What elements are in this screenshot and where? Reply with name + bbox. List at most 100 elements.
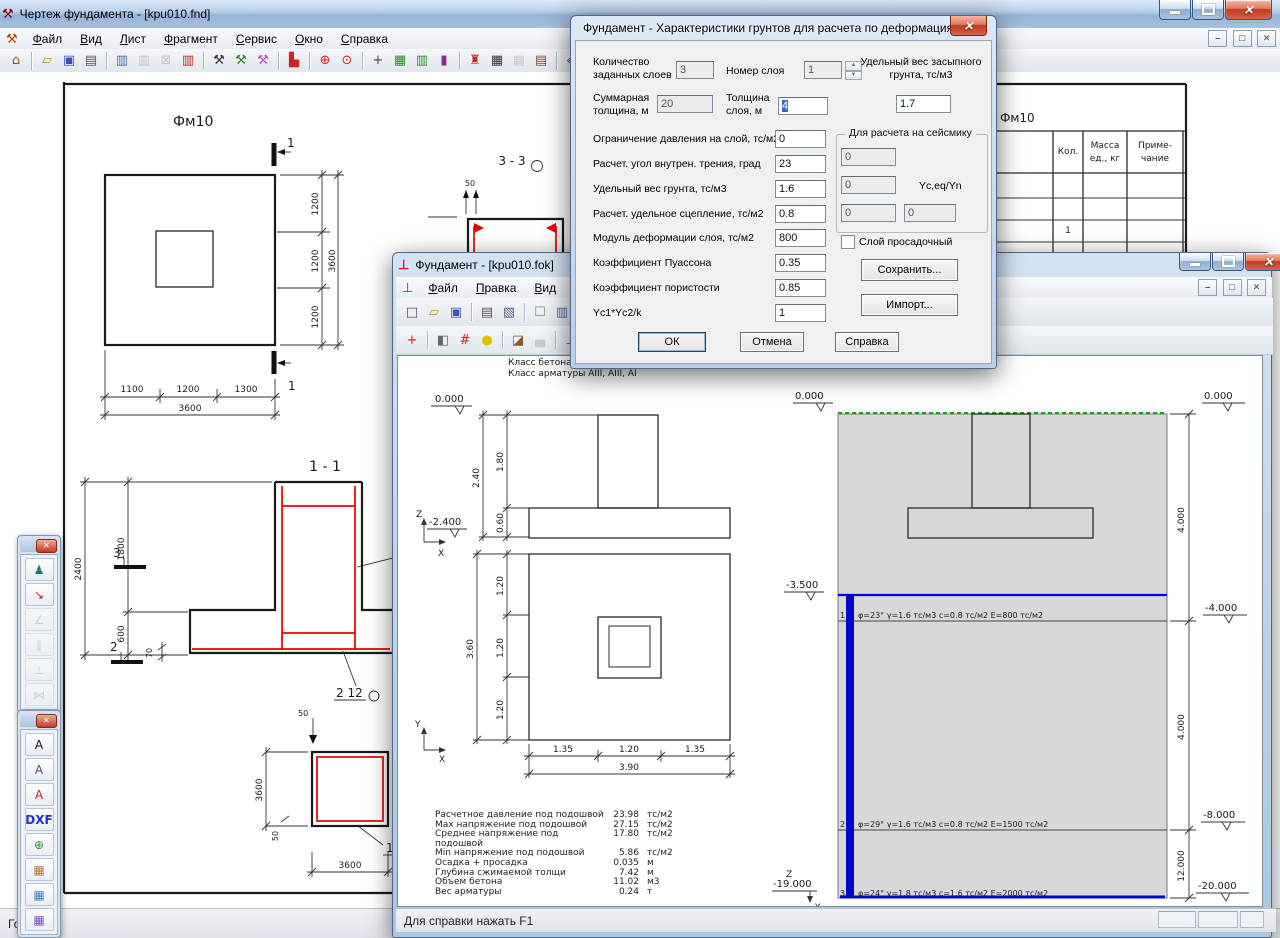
field-seismic-2[interactable]: 0 bbox=[841, 176, 896, 194]
field-porosity[interactable]: 0.85 bbox=[775, 279, 826, 297]
print-icon[interactable]: ▤ bbox=[476, 302, 498, 322]
palette-page-icon[interactable]: ▦ bbox=[25, 883, 54, 906]
cancel-button[interactable]: Отмена bbox=[740, 332, 804, 352]
mdi-restore-button[interactable] bbox=[1233, 30, 1252, 47]
menu-item-Вид[interactable]: Вид bbox=[525, 278, 565, 298]
globe-icon[interactable]: ⊕ bbox=[25, 833, 54, 856]
text-a2-icon[interactable]: A bbox=[25, 758, 54, 781]
field-friction-angle[interactable]: 23 bbox=[775, 155, 826, 173]
grid-section-icon[interactable]: ▤ bbox=[530, 51, 552, 71]
field-deform-modulus[interactable]: 800 bbox=[775, 229, 826, 247]
fok-mdi-close-button[interactable] bbox=[1247, 279, 1266, 296]
menu-item-Сервис[interactable]: Сервис bbox=[227, 29, 286, 49]
hammer-add-icon[interactable]: ⚒ bbox=[230, 51, 252, 71]
hammer-edit-icon[interactable]: ⚒ bbox=[252, 51, 274, 71]
label-fill-weight: Удельный вес засыпного bbox=[851, 56, 991, 68]
move-icon[interactable]: + bbox=[367, 51, 389, 71]
text-a-icon[interactable]: A bbox=[25, 733, 54, 756]
cube-icon[interactable]: ◧ bbox=[432, 330, 454, 350]
new-icon[interactable]: □ bbox=[401, 302, 423, 322]
field-layer-thickness[interactable]: 4 bbox=[778, 97, 828, 115]
lamp-icon[interactable]: ● bbox=[476, 330, 498, 350]
field-poisson[interactable]: 0.35 bbox=[775, 254, 826, 272]
select-rect-icon[interactable]: ☐ bbox=[529, 302, 551, 322]
minimize-button[interactable] bbox=[1159, 0, 1191, 20]
svg-text:2 12: 2 12 bbox=[336, 686, 363, 700]
menu-item-Файл[interactable]: Файл bbox=[419, 278, 467, 298]
dxf-icon[interactable]: DXF bbox=[25, 808, 54, 831]
axes-icon[interactable]: + bbox=[401, 330, 423, 350]
field-unit-weight[interactable]: 1.6 bbox=[775, 180, 826, 198]
levels-icon[interactable]: ▥ bbox=[177, 51, 199, 71]
menu-item-Лист[interactable]: Лист bbox=[111, 29, 155, 49]
palette2-titlebar[interactable] bbox=[20, 713, 58, 727]
mdi-close-button[interactable] bbox=[1257, 30, 1276, 47]
field-total-thickness[interactable]: 20 bbox=[657, 95, 713, 113]
table-icon[interactable]: ▦ bbox=[389, 51, 411, 71]
palette-save-icon[interactable]: ▦ bbox=[25, 858, 54, 881]
save-icon[interactable]: ▣ bbox=[445, 302, 467, 322]
import-button[interactable]: Импорт... bbox=[861, 294, 958, 316]
palette-annotation: AAADXF⊕▦▦▦ bbox=[17, 710, 61, 938]
palette-close-icon[interactable] bbox=[36, 539, 57, 553]
press-icon[interactable]: ♜ bbox=[464, 51, 486, 71]
fok-statusbar: Для справки нажать F1 bbox=[396, 908, 1276, 932]
field-layer-number[interactable]: 1 bbox=[804, 61, 842, 79]
open-icon[interactable]: ▱ bbox=[423, 302, 445, 322]
field-seismic-3[interactable]: 0 bbox=[841, 204, 896, 222]
hammer-icon[interactable]: ⚒ bbox=[208, 51, 230, 71]
fok-canvas[interactable]: Класс бетона Класс арматуры AIII, AIII, … bbox=[397, 355, 1263, 907]
dimension-arrow-icon[interactable]: ↘ bbox=[25, 583, 54, 606]
grid-dense-icon[interactable]: ▦ bbox=[486, 51, 508, 71]
svg-text:-4.000: -4.000 bbox=[1205, 603, 1237, 614]
fok-maximize-button[interactable] bbox=[1212, 253, 1244, 271]
palette-sheet-icon[interactable]: ▦ bbox=[25, 908, 54, 931]
status-panel-3 bbox=[1240, 911, 1264, 928]
plan-view: Фм10 1 1 1200 1200 bbox=[100, 114, 344, 420]
zoom-window-icon[interactable]: ⊕ bbox=[314, 51, 336, 71]
close-button[interactable] bbox=[1225, 0, 1272, 20]
fok-mdi-restore-button[interactable] bbox=[1223, 279, 1242, 296]
menu-item-Файл[interactable]: Файл bbox=[24, 29, 72, 49]
menu-item-Окно[interactable]: Окно bbox=[286, 29, 332, 49]
save-button[interactable]: Сохранить... bbox=[861, 259, 958, 281]
field-fill-weight[interactable]: 1.7 bbox=[896, 95, 951, 113]
trowel-icon[interactable]: ◪ bbox=[507, 330, 529, 350]
column-icon[interactable]: ▮ bbox=[433, 51, 455, 71]
palette2-close-icon[interactable] bbox=[36, 714, 57, 728]
diagram-icon[interactable]: ▙ bbox=[283, 51, 305, 71]
catalog-icon[interactable]: ▥ bbox=[411, 51, 433, 71]
fok-close-button[interactable] bbox=[1245, 253, 1280, 271]
field-cohesion[interactable]: 0.8 bbox=[775, 205, 826, 223]
stamp-tool-icon[interactable]: ♟ bbox=[25, 558, 54, 581]
menu-item-Фрагмент[interactable]: Фрагмент bbox=[155, 29, 227, 49]
zoom-extents-icon[interactable]: ⊙ bbox=[336, 51, 358, 71]
field-seismic-1[interactable]: 0 bbox=[841, 148, 896, 166]
field-layer-count[interactable]: 3 bbox=[676, 61, 714, 79]
copy-fragment-icon[interactable]: ▥ bbox=[111, 51, 133, 71]
menu-item-Справка[interactable]: Справка bbox=[332, 29, 397, 49]
save-icon[interactable]: ▣ bbox=[58, 51, 80, 71]
svg-text:1: 1 bbox=[840, 611, 845, 620]
fok-mdi-minimize-button[interactable] bbox=[1198, 279, 1217, 296]
print-icon[interactable]: ▤ bbox=[80, 51, 102, 71]
field-yc1yc2k[interactable]: 1 bbox=[775, 304, 826, 322]
text-page-icon[interactable]: A bbox=[25, 783, 54, 806]
grid-red-icon[interactable]: # bbox=[454, 330, 476, 350]
field-pressure-limit[interactable]: 0 bbox=[775, 130, 826, 148]
ok-button[interactable]: ОК bbox=[638, 332, 706, 352]
field-seismic-4[interactable]: 0 bbox=[904, 204, 956, 222]
menu-item-Вид[interactable]: Вид bbox=[71, 29, 111, 49]
svg-text:-20.000: -20.000 bbox=[1198, 881, 1237, 892]
dialog-close-button[interactable] bbox=[950, 16, 987, 36]
maximize-button[interactable] bbox=[1192, 0, 1224, 20]
checkbox-subsidence[interactable] bbox=[841, 235, 855, 249]
help-button[interactable]: Справка bbox=[835, 332, 899, 352]
preview-icon[interactable]: ▧ bbox=[498, 302, 520, 322]
open-icon[interactable]: ▱ bbox=[36, 51, 58, 71]
mdi-minimize-button[interactable] bbox=[1208, 30, 1227, 47]
menu-item-Правка[interactable]: Правка bbox=[467, 278, 526, 298]
fok-minimize-button[interactable] bbox=[1179, 253, 1211, 271]
exit-icon[interactable]: ⌂ bbox=[5, 51, 27, 71]
palette-titlebar[interactable] bbox=[20, 538, 58, 552]
